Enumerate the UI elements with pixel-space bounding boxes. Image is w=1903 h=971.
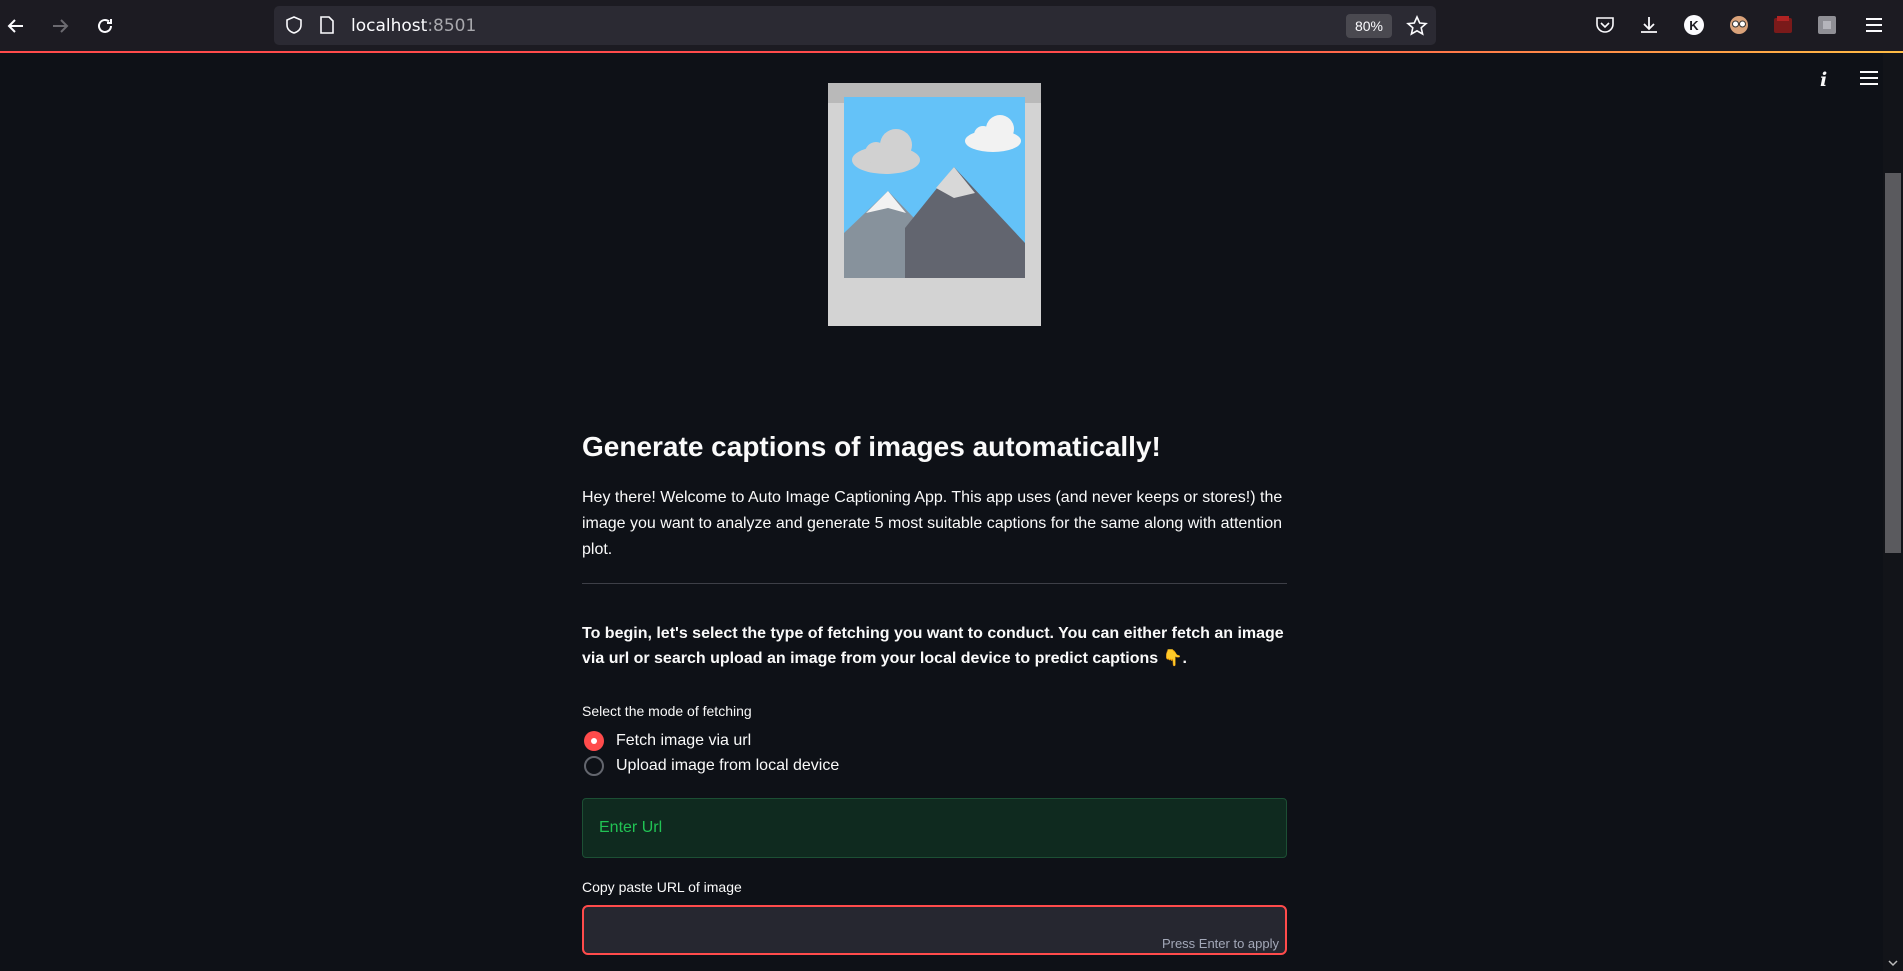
intro-text: Hey there! Welcome to Auto Image Caption… [582,489,1283,558]
browser-toolbar: localhost:8501 80% K [0,0,1903,51]
success-alert: Enter Url [582,798,1287,858]
zoom-indicator[interactable]: 80% [1346,14,1392,38]
scrollbar-thumb[interactable] [1885,173,1901,553]
radio-option-upload[interactable]: Upload image from local device [584,756,839,776]
arrow-left-icon [7,19,23,33]
page-scrollbar[interactable] [1883,53,1903,971]
extension-gray-icon[interactable] [1815,13,1839,37]
url-text: localhost:8501 [351,16,477,36]
streamlit-page: i Generate captions of images automatica… [0,53,1903,971]
shield-icon[interactable] [284,15,304,35]
placeholder-image-icon [828,83,1041,326]
page-icon[interactable] [318,15,336,35]
url-input-box[interactable]: Press Enter to apply [582,905,1287,955]
back-button[interactable] [0,10,32,42]
info-icon[interactable]: i [1820,69,1827,91]
arrow-right-icon [53,19,69,33]
radio-unselected-indicator[interactable] [584,756,604,776]
radio-selected-indicator[interactable] [584,731,604,751]
download-icon[interactable] [1637,13,1661,37]
bookmark-star-icon[interactable] [1406,15,1428,37]
hamburger-menu-icon[interactable] [1860,71,1878,89]
app-menu-icon[interactable] [1862,13,1886,37]
chevron-down-icon[interactable] [1887,957,1899,969]
fetch-mode-label: Select the mode of fetching [582,703,752,719]
extension-red-icon[interactable] [1771,13,1795,37]
url-input-label: Copy paste URL of image [582,879,742,895]
reload-button[interactable] [89,10,121,42]
profile-k-icon[interactable]: K [1682,13,1706,37]
forward-button[interactable] [44,10,76,42]
pocket-icon[interactable] [1593,13,1617,37]
divider [582,583,1287,584]
press-enter-hint: Press Enter to apply [1161,936,1279,951]
radio-option-url[interactable]: Fetch image via url [584,731,751,751]
address-bar[interactable]: localhost:8501 80% [274,6,1436,45]
page-title: Generate captions of images automaticall… [582,431,1161,462]
radio-option-label: Fetch image via url [616,732,752,749]
extension-glasses-icon[interactable] [1727,13,1751,37]
reload-icon [98,18,112,33]
radio-option-label: Upload image from local device [616,757,840,774]
instructions-text: To begin, let's select the type of fetch… [582,625,1284,667]
